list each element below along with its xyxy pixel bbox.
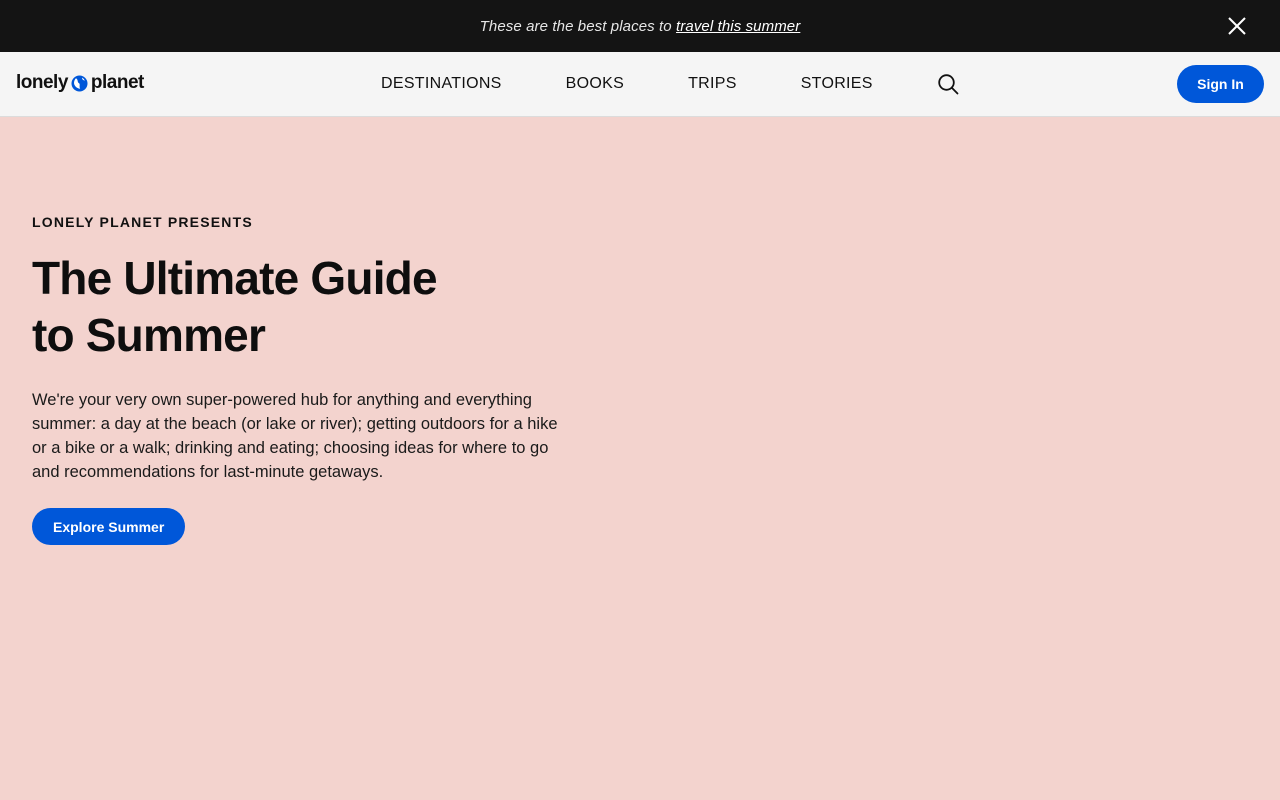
logo[interactable]: lonely planet — [16, 72, 144, 94]
promo-message: These are the best places to — [479, 17, 677, 35]
hero-description: We're your very own super-powered hub fo… — [32, 391, 558, 481]
search-icon[interactable] — [937, 73, 959, 95]
promo-text: These are the best places to travel this… — [480, 18, 801, 35]
close-icon[interactable] — [1226, 15, 1248, 37]
hero-section: LONELY PLANET PRESENTS The Ultimate Guid… — [32, 214, 592, 545]
page-title: The Ultimate Guide to Summer — [32, 250, 592, 364]
nav-destinations[interactable]: DESTINATIONS — [381, 75, 502, 93]
nav-books[interactable]: BOOKS — [566, 75, 624, 93]
globe-icon — [71, 75, 88, 91]
sign-in-button[interactable]: Sign In — [1177, 65, 1264, 103]
promo-banner: These are the best places to travel this… — [0, 0, 1280, 52]
page-title-line-1: The Ultimate Guide — [32, 252, 438, 304]
site-header: lonely planet DESTINATIONS BOOKS TRIPS S… — [0, 52, 1280, 117]
nav-trips[interactable]: TRIPS — [688, 75, 737, 93]
explore-summer-button[interactable]: Explore Summer — [32, 508, 186, 545]
promo-link[interactable]: travel this summer — [676, 18, 800, 35]
page-title-line-2: to Summer — [32, 309, 266, 361]
main-nav: DESTINATIONS BOOKS TRIPS STORIES — [381, 52, 959, 116]
logo-text-lonely: lonely — [16, 72, 68, 93]
hero-eyebrow: LONELY PLANET PRESENTS — [32, 214, 253, 230]
nav-stories[interactable]: STORIES — [801, 75, 873, 93]
logo-text-planet: planet — [90, 72, 144, 93]
